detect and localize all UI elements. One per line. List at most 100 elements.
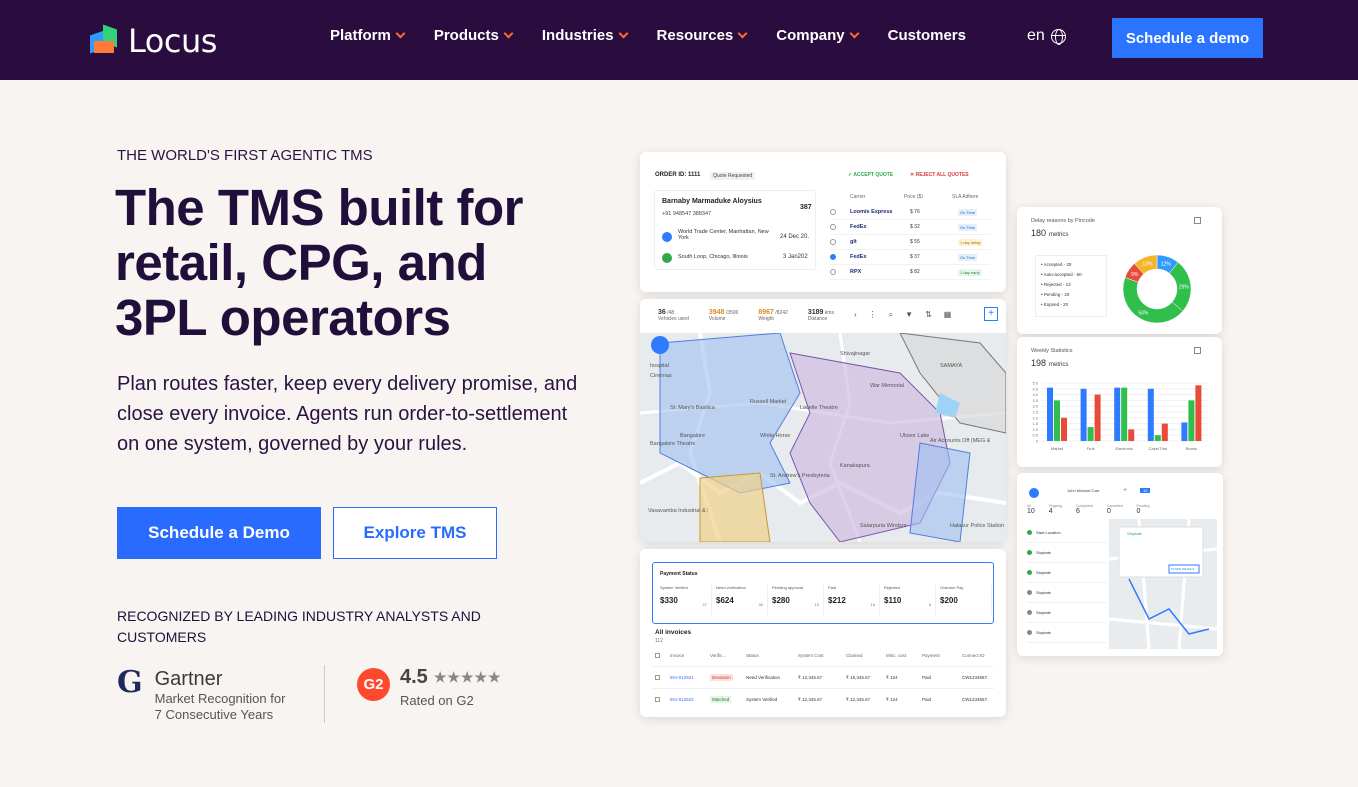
payment-stat[interactable]: System Verified $330 47	[660, 585, 712, 615]
carrier-row[interactable]: FedEx $ 37 On Time	[830, 250, 990, 265]
chevron-down-icon	[395, 28, 406, 38]
chevron-right-icon[interactable]: ›	[854, 310, 857, 320]
stop-status-icon	[1027, 630, 1032, 635]
carrier-row[interactable]: RPX $ 82 1 day early	[830, 265, 990, 280]
expand-icon[interactable]	[1194, 347, 1201, 354]
map-view[interactable]: hospital St. Mary's Basilica Bangalore Russ…	[640, 332, 1006, 542]
radio-icon[interactable]	[830, 209, 836, 215]
invoice-payment: Paid	[922, 675, 932, 680]
top-nav: Locus Platform Products Industries Resou…	[0, 0, 1358, 80]
nav-item-resources[interactable]: Resources	[657, 25, 748, 45]
nav-item-customers[interactable]: Customers	[888, 25, 966, 45]
map-stat-label: Weight	[758, 316, 774, 322]
payment-stat[interactable]: Need verification $624 30	[716, 585, 768, 615]
invoice-col-header: Status	[746, 653, 759, 658]
globe-icon	[1050, 28, 1066, 45]
radio-icon[interactable]	[830, 239, 836, 245]
carrier-row[interactable]: glt $ 55 1 day delay	[830, 235, 990, 250]
map-label: Air Accounts Off (MEG & Ce	[930, 438, 990, 444]
invoice-status: System Verified	[746, 697, 778, 702]
explore-tms-button[interactable]: Explore TMS	[333, 507, 497, 559]
y-tick-label: 2.5	[1032, 410, 1038, 415]
route-stop[interactable]: Stoptate	[1027, 623, 1107, 643]
sort-icon[interactable]: ⇅	[925, 310, 932, 320]
add-icon[interactable]: +	[984, 307, 998, 321]
map-stat-label: Distance	[807, 316, 828, 322]
filter-icon[interactable]: ▼	[905, 310, 913, 320]
schedule-demo-nav-button[interactable]: Schedule a demo	[1112, 18, 1263, 58]
language-selector[interactable]: en	[1027, 27, 1066, 45]
search-icon[interactable]: ⌕	[889, 310, 893, 320]
more-icon[interactable]: ⋮	[869, 310, 877, 320]
back-icon[interactable]	[1029, 488, 1039, 498]
payment-stat-value: $330	[660, 596, 678, 605]
checkbox-icon[interactable]	[652, 653, 670, 659]
radio-icon[interactable]	[830, 254, 836, 260]
invoice-table: INV-012521 Deviation Need Verification ₹ 12…	[652, 666, 994, 710]
carrier-name: FedEx	[850, 224, 867, 230]
order-quote-card: ORDER ID: 1111 Quote Requested ✓ ACCEPT …	[640, 152, 1006, 292]
checkbox-icon[interactable]	[652, 674, 670, 681]
g2-badge[interactable]: G2 4.5 ★★★★★ Rated on G2	[357, 666, 502, 708]
stop-name: Stoptate	[1036, 570, 1051, 575]
checkbox-icon[interactable]	[652, 696, 670, 703]
route-stat[interactable]: Cancelled 0	[1107, 504, 1123, 515]
invoice-id[interactable]: INV-012521	[670, 675, 710, 680]
nav-item-products[interactable]: Products	[434, 25, 514, 45]
route-stat[interactable]: Completed 6	[1076, 504, 1093, 515]
expand-icon[interactable]	[1194, 217, 1201, 224]
map-stat: 36 /48 Vehicles used	[658, 309, 689, 322]
nav-item-label: Platform	[330, 26, 391, 44]
payment-stat-count: 47	[702, 602, 707, 607]
nav-item-company[interactable]: Company	[776, 25, 860, 45]
route-stat[interactable]: Ongoing 4	[1049, 504, 1062, 515]
payment-stat[interactable]: Pending approval $280 15	[772, 585, 824, 615]
invoice-connect-id: CW1234567.	[962, 675, 989, 680]
bar	[1080, 388, 1087, 441]
delay-pie-chart: 12% 29% 50% 9%13%	[1122, 254, 1192, 324]
route-stop[interactable]: Stoptate	[1027, 583, 1107, 603]
invoice-col-header: Verific...	[710, 653, 727, 658]
nav-item-platform[interactable]: Platform	[330, 25, 406, 45]
payment-stat[interactable]: Paid $212 16	[828, 585, 880, 615]
invoice-col-header: Payment	[922, 653, 940, 658]
route-stat[interactable]: Pending 0	[1137, 504, 1150, 515]
invoice-claimed: ₹ 12,345.67	[846, 696, 871, 702]
invoice-id[interactable]: INV-012522	[670, 697, 710, 702]
route-stop[interactable]: Stoptate	[1027, 543, 1107, 563]
invoice-row[interactable]: INV-012521 Deviation Need Verification ₹ 12…	[652, 666, 994, 688]
y-tick-label: 1.5	[1032, 421, 1038, 426]
route-stop[interactable]: Stoptate	[1027, 603, 1107, 623]
stop-details-button[interactable]: STOPE DETAILS	[1171, 567, 1194, 571]
payment-stat[interactable]: Overdue Pay $200	[940, 585, 992, 615]
route-stop[interactable]: Stoptate	[1027, 563, 1107, 583]
stop-name: Start Location	[1036, 530, 1061, 535]
hero-subheadline: Plan routes faster, keep every delivery …	[117, 373, 578, 455]
all-invoices-count: 112	[655, 638, 663, 644]
nav-item-industries[interactable]: Industries	[542, 25, 628, 45]
radio-icon[interactable]	[830, 224, 836, 230]
payment-status-title: Payment Status	[660, 571, 698, 577]
locus-logo[interactable]: Locus	[88, 22, 217, 60]
gartner-badge[interactable]: G Gartner Market Recognition for 7 Conse…	[117, 668, 285, 723]
route-map[interactable]: Stoptate STOPE DETAILS	[1108, 518, 1218, 650]
columns-icon[interactable]: ▦	[944, 310, 952, 320]
hero-eyebrow: THE WORLD'S FIRST AGENTIC TMS	[117, 147, 373, 164]
add-icon[interactable]: +	[1123, 487, 1127, 494]
invoice-row[interactable]: INV-012522 Matched System Verified ₹ 12,345…	[652, 688, 994, 710]
chevron-down-icon	[503, 28, 514, 38]
schedule-demo-button[interactable]: Schedule a Demo	[117, 507, 321, 559]
map-stat: 3189 kms Distance	[808, 309, 834, 322]
invoice-system-cost: ₹ 12,345.67	[798, 696, 823, 702]
carrier-row[interactable]: FedEx $ 32 On Time	[830, 220, 990, 235]
payment-stat[interactable]: Rejected $110 8	[884, 585, 936, 615]
radio-icon[interactable]	[830, 269, 836, 275]
gartner-line1: Market Recognition for	[154, 691, 286, 706]
customer-name: Barnaby Marmaduke Aloysius	[662, 198, 762, 205]
carrier-row[interactable]: Loomis Express $ 76 On Time	[830, 205, 990, 220]
route-stat[interactable]: All 10	[1027, 504, 1035, 515]
route-stop[interactable]: Start Location	[1027, 523, 1107, 543]
carrier-table-header: Carrier Price ($) SLA Adhere	[830, 194, 990, 200]
reject-quotes-button[interactable]: ✕ REJECT ALL QUOTES	[910, 172, 969, 178]
accept-quote-button[interactable]: ✓ ACCEPT QUOTE	[848, 172, 893, 178]
